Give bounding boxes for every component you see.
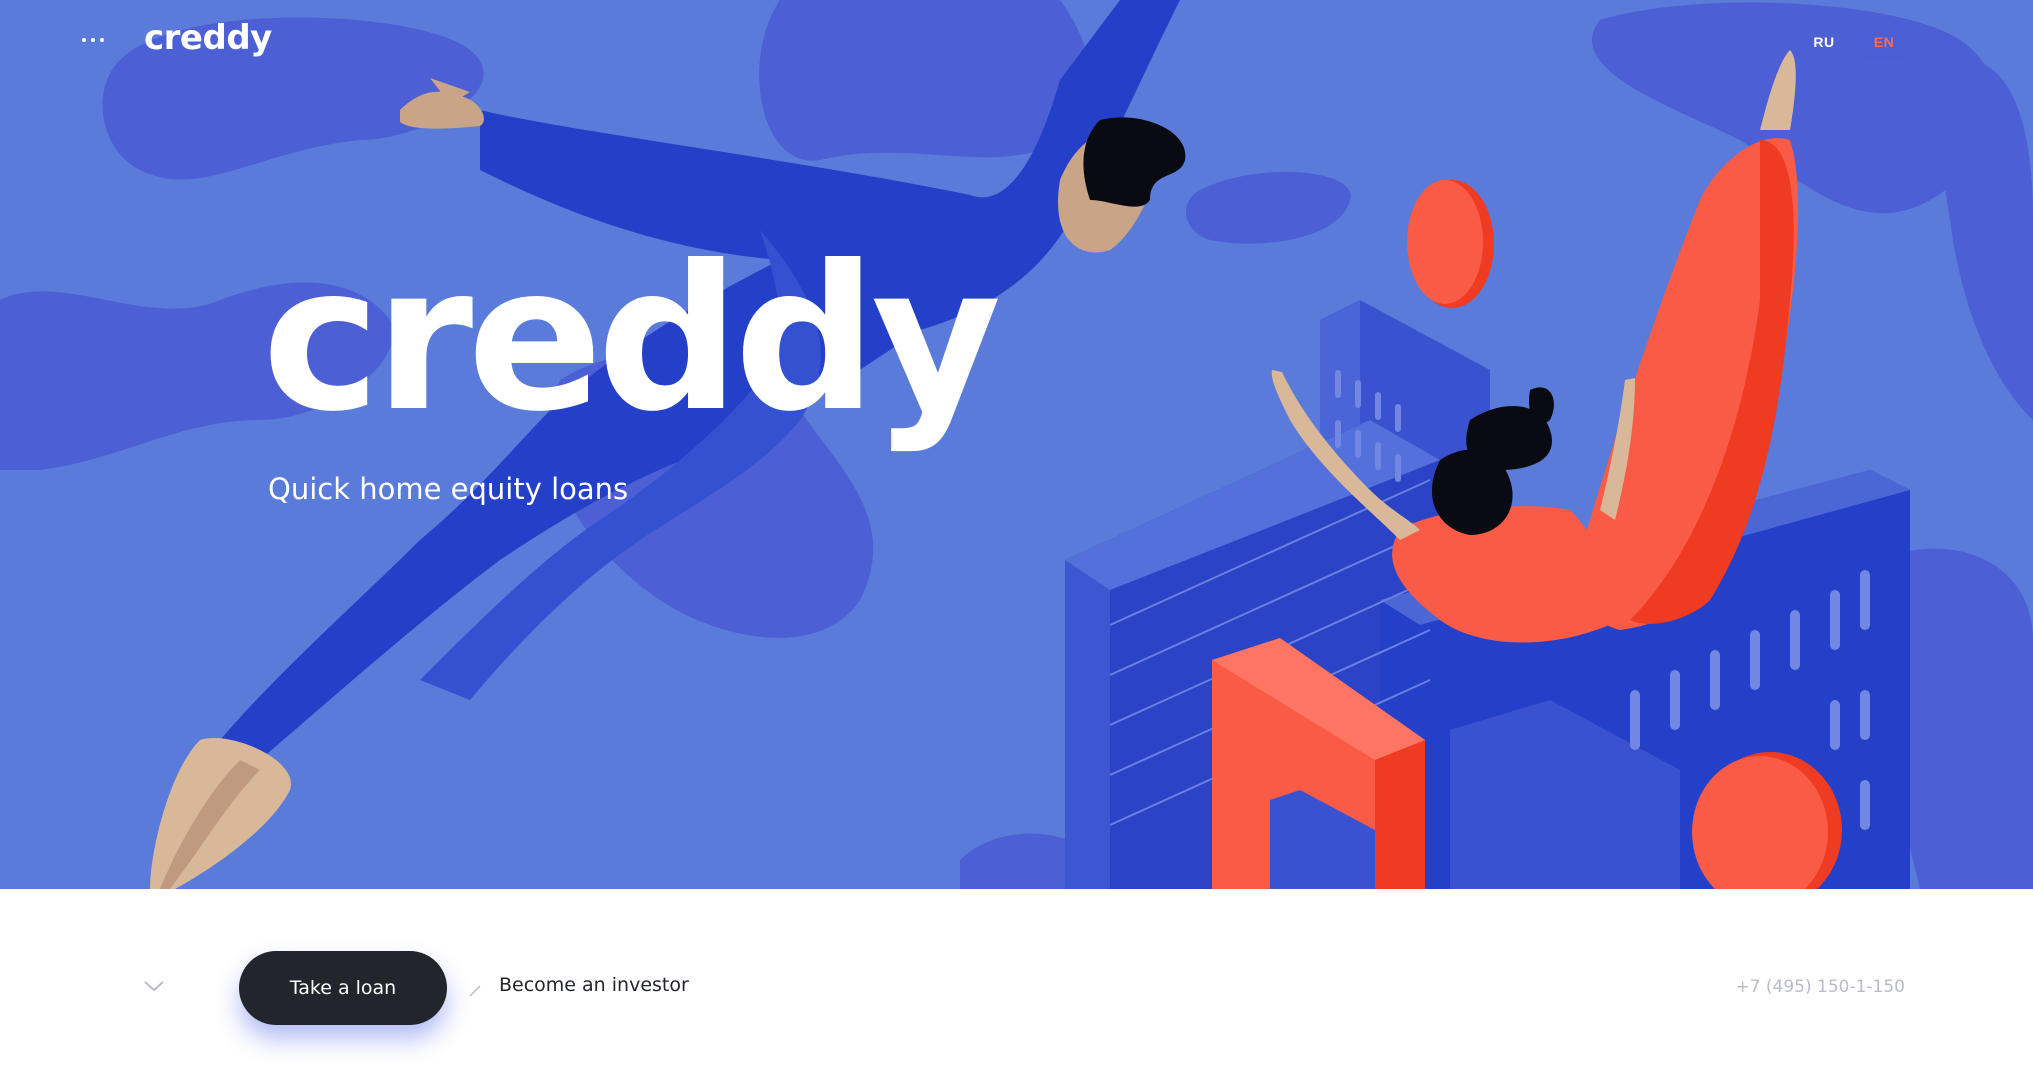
hero-tagline: Quick home equity loans (268, 472, 629, 506)
language-ru[interactable]: RU (1806, 24, 1842, 60)
header-logo[interactable]: creddy (144, 18, 272, 58)
more-dots-icon[interactable] (78, 26, 108, 52)
become-investor-link[interactable]: Become an investor (499, 974, 689, 996)
language-en[interactable]: EN (1856, 24, 1912, 60)
top-bar: creddy RU EN (0, 0, 2033, 80)
hero-logo: creddy (262, 223, 1002, 456)
chevron-down-icon[interactable] (142, 974, 166, 998)
take-loan-button[interactable]: Take a loan (239, 951, 447, 1025)
hero-section: creddy RU EN creddy Quick home equity lo… (0, 0, 2033, 889)
slash-icon (469, 985, 481, 997)
phone-number[interactable]: +7 (495) 150-1-150 (1735, 977, 1905, 997)
